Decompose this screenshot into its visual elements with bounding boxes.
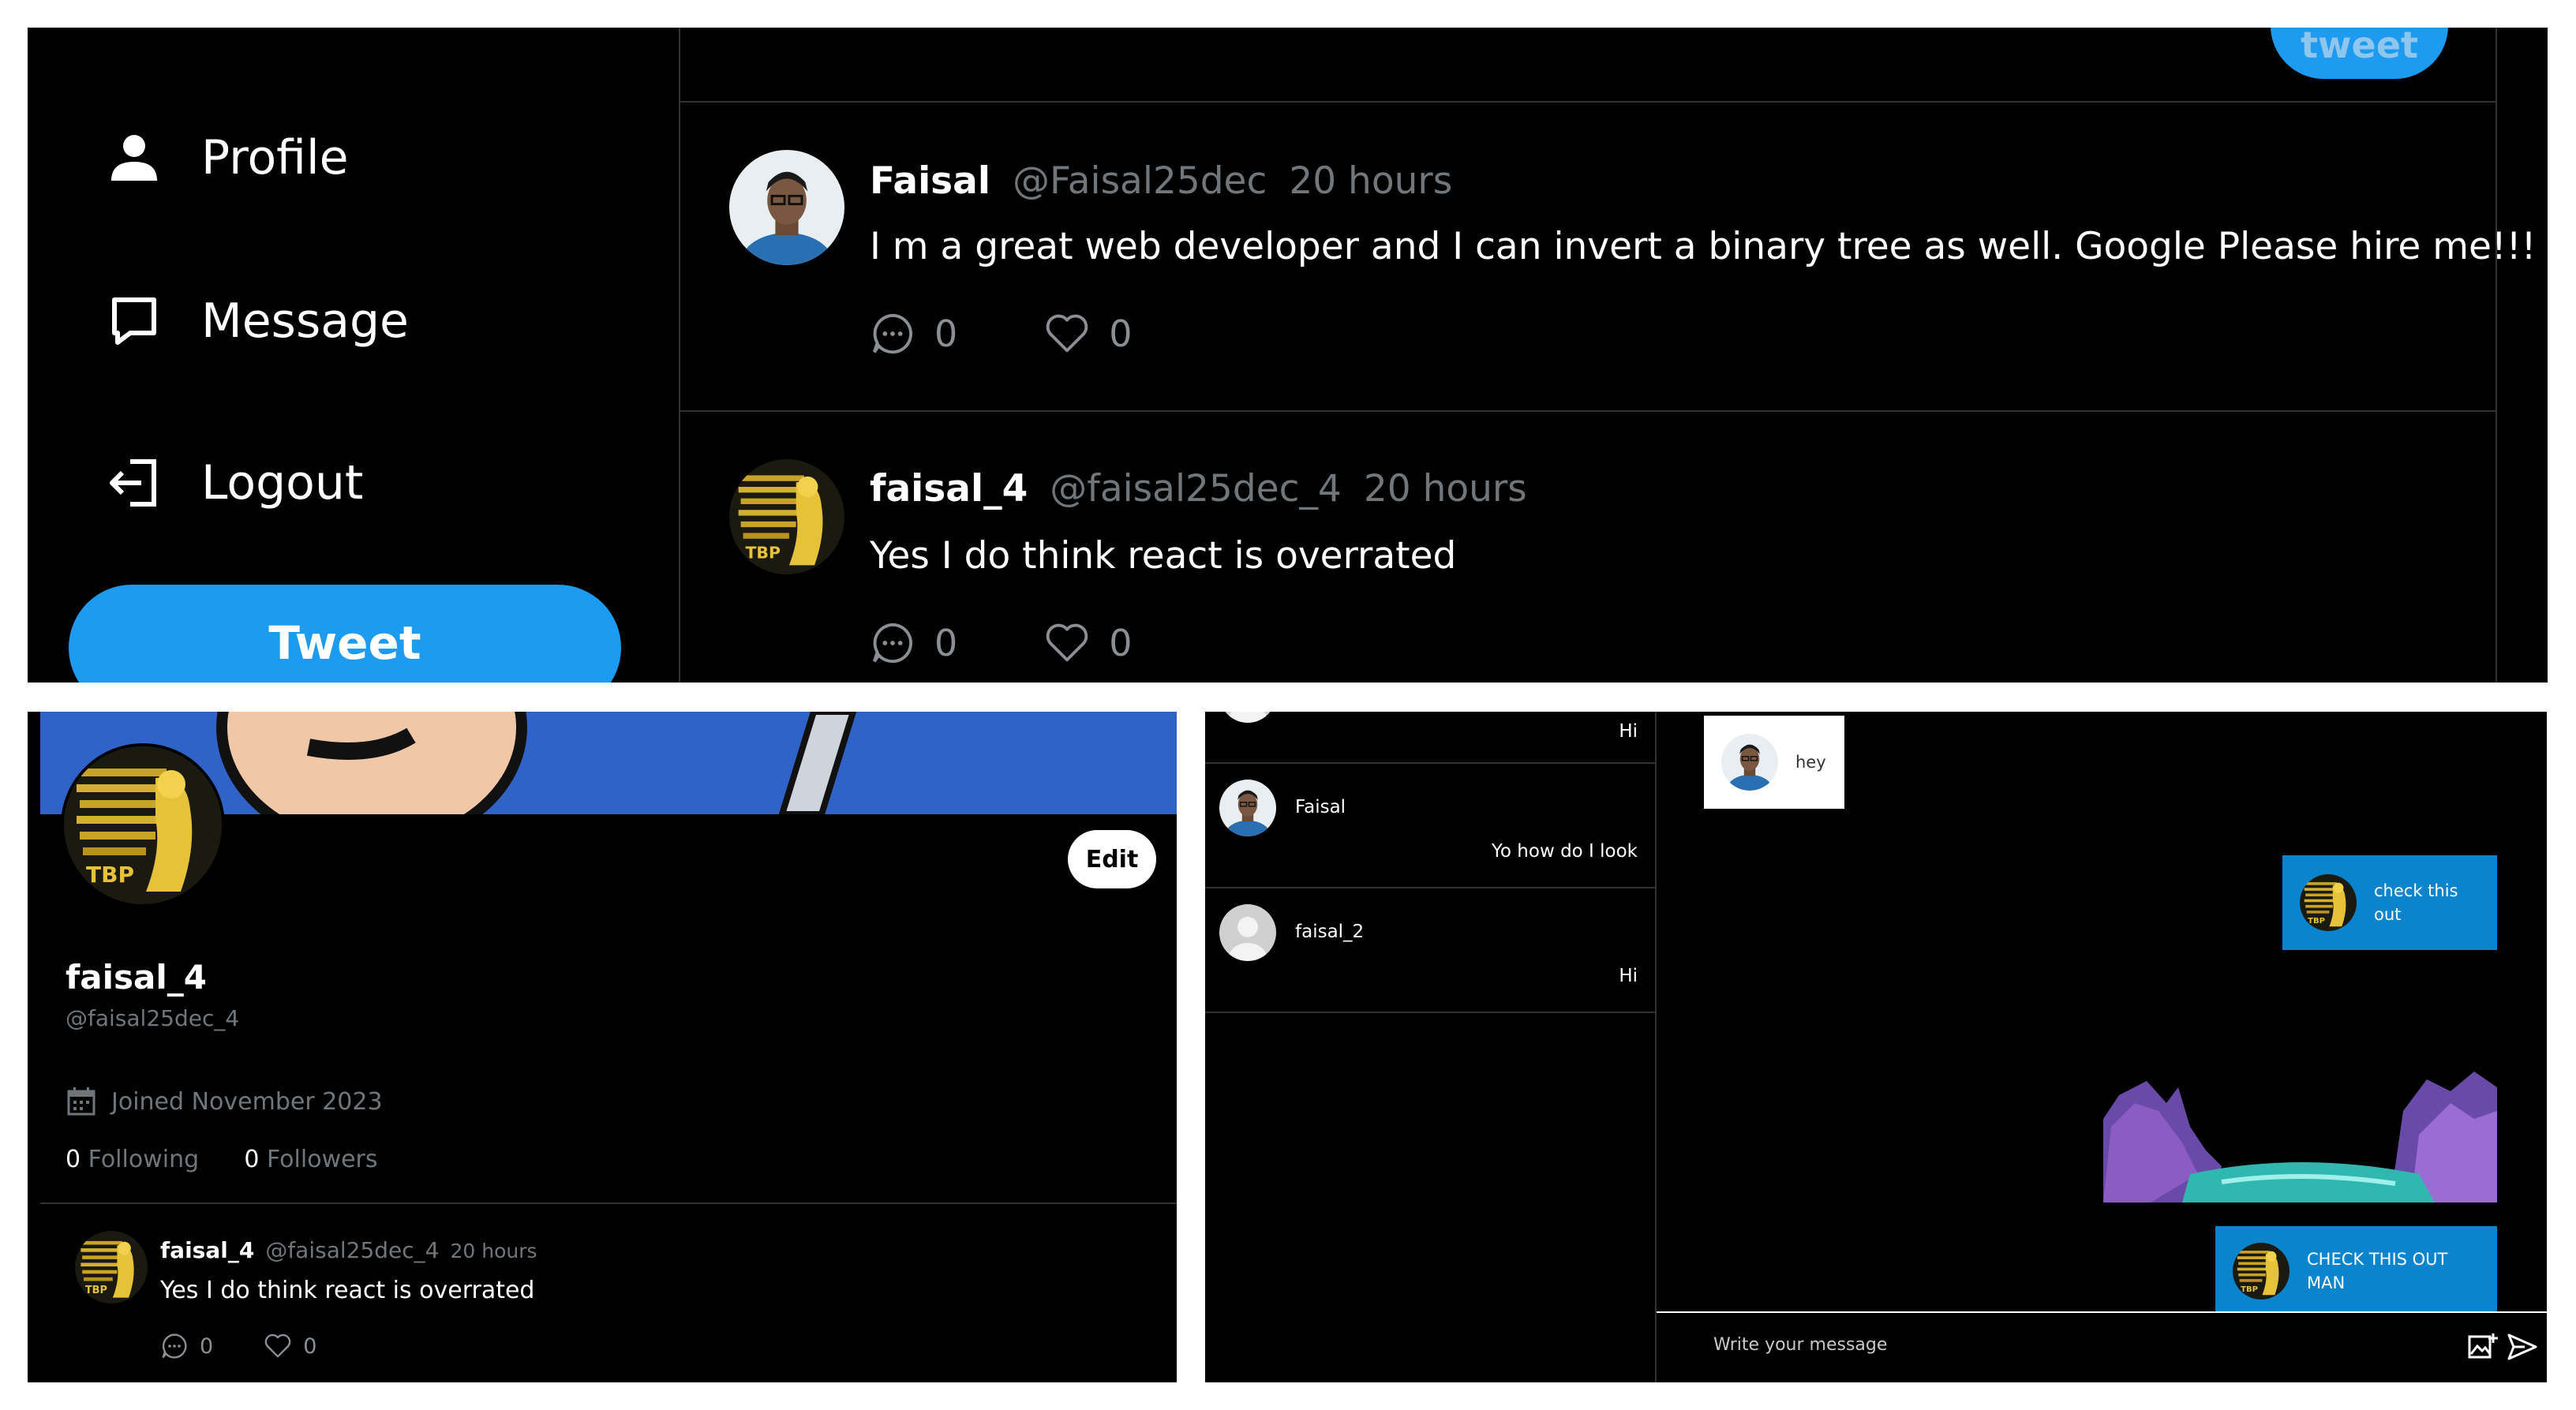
- conversation-list: Hi Faisal Yo how do I look faisal_2 Hi: [1205, 712, 1657, 1382]
- comment-icon: [162, 1333, 187, 1359]
- like-count: 0: [303, 1333, 317, 1359]
- image-message[interactable]: [2103, 1064, 2497, 1202]
- comment-button[interactable]: 0: [870, 620, 957, 666]
- comment-icon: [872, 313, 913, 354]
- joined-date: Joined November 2023: [66, 1086, 383, 1117]
- tweet-post[interactable]: Faisal @Faisal25dec 20 hours I m a great…: [680, 103, 2536, 410]
- author-name[interactable]: faisal_4: [160, 1237, 254, 1263]
- message-input[interactable]: Write your message: [1713, 1335, 1887, 1355]
- compose-tweet-button[interactable]: tweet: [2271, 28, 2448, 79]
- avatar[interactable]: [729, 150, 844, 265]
- comment-count: 0: [934, 622, 958, 664]
- comment-icon: [872, 623, 913, 664]
- message-text: hey: [1795, 753, 1826, 772]
- send-icon[interactable]: [2506, 1330, 2539, 1363]
- followers-label: Followers: [267, 1146, 378, 1173]
- author-name[interactable]: faisal_4: [870, 467, 1028, 511]
- tweet-text: Yes I do think react is overrated: [160, 1277, 535, 1304]
- following-count: 0: [66, 1146, 81, 1173]
- sidebar-item-label: Message: [201, 294, 409, 349]
- sidebar-item-profile[interactable]: Profile: [107, 118, 349, 197]
- author-handle: @faisal25dec_4: [1050, 467, 1342, 511]
- comment-count: 0: [200, 1333, 214, 1359]
- outgoing-message: check this out: [2282, 855, 2497, 950]
- last-message: Hi: [1619, 966, 1638, 986]
- author-name[interactable]: Faisal: [870, 159, 990, 203]
- message-icon: [112, 297, 156, 345]
- tweet-actions: 0 0: [870, 620, 1219, 666]
- divider: [1205, 1012, 1655, 1013]
- follow-stats: 0 Following 0 Followers: [66, 1146, 378, 1173]
- tweet-time: 20 hours: [450, 1240, 537, 1262]
- avatar: [1219, 712, 1276, 723]
- edit-profile-button[interactable]: Edit: [1068, 830, 1156, 888]
- tweet-header: Faisal @Faisal25dec 20 hours: [870, 159, 1452, 203]
- message-input-bar: Write your message: [1657, 1311, 2547, 1382]
- home-screen-panel: Profile Message Logout Tweet tweet Faisa…: [28, 28, 2548, 683]
- followers-link[interactable]: 0 Followers: [244, 1146, 377, 1173]
- heart-icon: [264, 1333, 291, 1358]
- joined-text: Joined November 2023: [111, 1087, 383, 1116]
- avatar: [1219, 780, 1276, 836]
- tweet-text: I m a great web developer and I can inve…: [870, 225, 2537, 268]
- last-message: Hi: [1619, 721, 1638, 742]
- like-button[interactable]: 0: [1044, 620, 1133, 666]
- comment-button[interactable]: 0: [160, 1332, 213, 1360]
- comment-button[interactable]: 0: [870, 311, 957, 357]
- author-handle: @faisal25dec_4: [265, 1237, 440, 1263]
- profile-name: faisal_4: [66, 958, 207, 997]
- avatar: [2300, 874, 2357, 931]
- incoming-message: hey: [1704, 716, 1844, 809]
- like-count: 0: [1109, 312, 1133, 355]
- tweet-button[interactable]: Tweet: [69, 585, 621, 683]
- avatar: [1721, 734, 1778, 791]
- sidebar-item-label: Profile: [201, 130, 349, 185]
- tweet-header: faisal_4 @faisal25dec_4 20 hours: [160, 1237, 537, 1263]
- conversation-name: faisal_2: [1295, 922, 1365, 942]
- tweet-time: 20 hours: [1289, 159, 1453, 203]
- heart-icon: [1046, 623, 1088, 662]
- tweet-feed: tweet Faisal @Faisal25dec 20 hours I m a…: [679, 28, 2536, 683]
- sidebar-item-label: Logout: [201, 455, 364, 511]
- avatar[interactable]: [729, 459, 844, 574]
- sidebar-item-logout[interactable]: Logout: [107, 443, 363, 522]
- logout-icon: [110, 459, 156, 507]
- profile-screen-panel: Edit faisal_4 @faisal25dec_4 Joined Nove…: [28, 712, 1177, 1382]
- last-message: Yo how do I look: [1491, 841, 1638, 862]
- divider: [40, 1202, 1177, 1204]
- author-handle: @Faisal25dec: [1012, 159, 1267, 203]
- profile-avatar[interactable]: [61, 743, 225, 907]
- calendar-icon: [67, 1087, 95, 1116]
- following-label: Following: [88, 1146, 200, 1173]
- avatar: [2233, 1242, 2290, 1300]
- like-button[interactable]: 0: [1044, 311, 1133, 357]
- tweet-time: 20 hours: [1363, 467, 1527, 511]
- outgoing-message: CHECK THIS OUT MAN: [2215, 1226, 2497, 1315]
- comment-count: 0: [934, 312, 958, 355]
- person-icon: [111, 135, 157, 181]
- conversation-name: Faisal: [1295, 797, 1346, 817]
- conversation-item[interactable]: faisal_2 Hi: [1205, 888, 1655, 1015]
- add-image-icon[interactable]: [2466, 1330, 2499, 1363]
- following-link[interactable]: 0 Following: [66, 1146, 199, 1173]
- tweet-text: Yes I do think react is overrated: [870, 534, 1457, 578]
- sidebar-item-message[interactable]: Message: [107, 282, 409, 361]
- tweet-actions: 0 0: [160, 1332, 367, 1360]
- like-count: 0: [1109, 622, 1133, 664]
- followers-count: 0: [244, 1146, 260, 1173]
- message-text: CHECK THIS OUT MAN: [2307, 1249, 2448, 1292]
- heart-icon: [1046, 314, 1088, 353]
- tweet-header: faisal_4 @faisal25dec_4 20 hours: [870, 467, 1527, 511]
- conversation-item[interactable]: Faisal Yo how do I look: [1205, 764, 1655, 888]
- like-button[interactable]: 0: [264, 1332, 316, 1360]
- message-text: check this out: [2374, 881, 2458, 924]
- profile-handle: @faisal25dec_4: [66, 1005, 240, 1031]
- avatar: [1219, 904, 1276, 961]
- conversation-item[interactable]: Hi: [1205, 712, 1655, 764]
- messages-screen-panel: Hi Faisal Yo how do I look faisal_2 Hi h…: [1205, 712, 2547, 1382]
- avatar[interactable]: [75, 1231, 148, 1303]
- tweet-actions: 0 0: [870, 311, 1219, 357]
- tweet-post[interactable]: faisal_4 @faisal25dec_4 20 hours Yes I d…: [680, 412, 2496, 683]
